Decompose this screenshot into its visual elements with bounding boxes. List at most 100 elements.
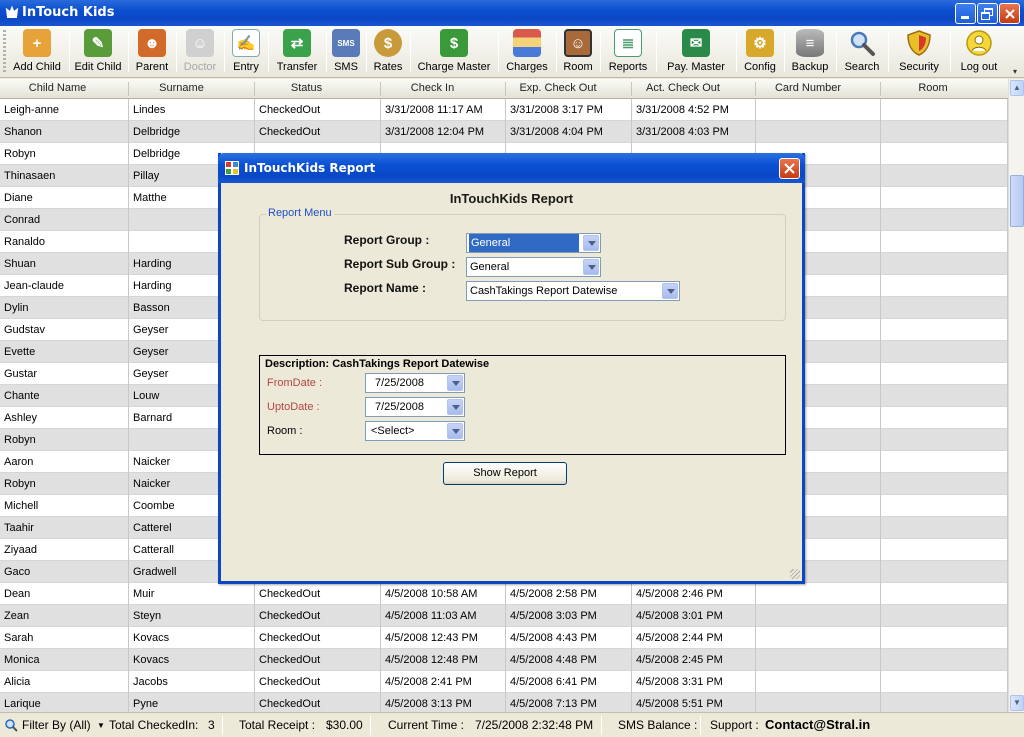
from-date-picker[interactable]: 7/25/2008 bbox=[365, 373, 465, 393]
calendar-dropdown-icon[interactable] bbox=[447, 399, 463, 415]
column-header-exp-check-out[interactable]: Exp. Check Out bbox=[506, 82, 610, 94]
cell-status[interactable]: CheckedOut bbox=[255, 99, 381, 121]
cell-child-name[interactable]: Dylin bbox=[0, 297, 129, 319]
cell-room[interactable] bbox=[881, 693, 1008, 712]
toolbar-overflow-icon[interactable]: ▾ bbox=[1013, 68, 1021, 76]
cell-room[interactable] bbox=[881, 209, 1008, 231]
room-button[interactable]: ☺ Room bbox=[562, 28, 594, 76]
cell-check-in[interactable]: 4/5/2008 11:03 AM bbox=[381, 605, 506, 627]
cell-child-name[interactable]: Leigh-anne bbox=[0, 99, 129, 121]
table-row[interactable]: Leigh-anne Lindes CheckedOut 3/31/2008 11:1… bbox=[0, 99, 1008, 121]
cell-surname[interactable]: Kovacs bbox=[129, 627, 255, 649]
cell-room[interactable] bbox=[881, 539, 1008, 561]
cell-surname[interactable]: Lindes bbox=[129, 99, 255, 121]
cell-child-name[interactable]: Robyn bbox=[0, 473, 129, 495]
cell-child-name[interactable]: Zean bbox=[0, 605, 129, 627]
parent-button[interactable]: ☻ Parent bbox=[134, 28, 170, 76]
table-row[interactable]: Shanon Delbridge CheckedOut 3/31/2008 12:04… bbox=[0, 121, 1008, 143]
cell-exp-check-out[interactable]: 4/5/2008 3:03 PM bbox=[506, 605, 632, 627]
cell-card-number[interactable] bbox=[756, 693, 881, 712]
cell-room[interactable] bbox=[881, 99, 1008, 121]
entry-button[interactable]: ✍ Entry bbox=[230, 28, 262, 76]
report-group-select[interactable]: General bbox=[466, 233, 601, 253]
cell-room[interactable] bbox=[881, 165, 1008, 187]
cell-child-name[interactable]: Alicia bbox=[0, 671, 129, 693]
cell-act-check-out[interactable]: 4/5/2008 2:44 PM bbox=[632, 627, 756, 649]
cell-act-check-out[interactable]: 4/5/2008 2:46 PM bbox=[632, 583, 756, 605]
cell-room[interactable] bbox=[881, 583, 1008, 605]
cell-exp-check-out[interactable]: 4/5/2008 4:43 PM bbox=[506, 627, 632, 649]
cell-room[interactable] bbox=[881, 187, 1008, 209]
config-button[interactable]: ⚙ Config bbox=[742, 28, 778, 76]
calendar-dropdown-icon[interactable] bbox=[447, 375, 463, 391]
cell-child-name[interactable]: Diane bbox=[0, 187, 129, 209]
dialog-close-button[interactable] bbox=[779, 158, 800, 179]
cell-card-number[interactable] bbox=[756, 627, 881, 649]
cell-card-number[interactable] bbox=[756, 121, 881, 143]
cell-check-in[interactable]: 4/5/2008 12:43 PM bbox=[381, 627, 506, 649]
scroll-down-arrow-icon[interactable]: ▼ bbox=[1010, 695, 1024, 711]
cell-child-name[interactable]: Ashley bbox=[0, 407, 129, 429]
cell-room[interactable] bbox=[881, 473, 1008, 495]
column-header-child-name[interactable]: Child Name bbox=[0, 82, 115, 94]
table-row[interactable]: Dean Muir CheckedOut 4/5/2008 10:58 AM 4/5/2… bbox=[0, 583, 1008, 605]
cell-child-name[interactable]: Evette bbox=[0, 341, 129, 363]
charges-button[interactable]: Charges bbox=[504, 28, 550, 76]
cell-exp-check-out[interactable]: 4/5/2008 2:58 PM bbox=[506, 583, 632, 605]
table-row[interactable]: Zean Steyn CheckedOut 4/5/2008 11:03 AM 4/5/… bbox=[0, 605, 1008, 627]
cell-room[interactable] bbox=[881, 451, 1008, 473]
cell-child-name[interactable]: Larique bbox=[0, 693, 129, 712]
filter-chevron-down-icon[interactable]: ▼ bbox=[97, 721, 105, 730]
transfer-button[interactable]: ⇄ Transfer bbox=[274, 28, 320, 76]
cell-act-check-out[interactable]: 4/5/2008 2:45 PM bbox=[632, 649, 756, 671]
report-name-select[interactable]: CashTakings Report Datewise bbox=[466, 281, 680, 301]
cell-child-name[interactable]: Shanon bbox=[0, 121, 129, 143]
cell-child-name[interactable]: Robyn bbox=[0, 429, 129, 451]
cell-room[interactable] bbox=[881, 561, 1008, 583]
filter-dropdown[interactable]: Filter By (All) bbox=[22, 718, 91, 732]
resize-grip-icon[interactable] bbox=[790, 569, 800, 579]
cell-room[interactable] bbox=[881, 363, 1008, 385]
cell-room[interactable] bbox=[881, 627, 1008, 649]
cell-exp-check-out[interactable]: 3/31/2008 4:04 PM bbox=[506, 121, 632, 143]
cell-room[interactable] bbox=[881, 407, 1008, 429]
rates-button[interactable]: $ Rates bbox=[372, 28, 404, 76]
column-header-surname[interactable]: Surname bbox=[129, 82, 234, 94]
column-header-act-check-out[interactable]: Act. Check Out bbox=[632, 82, 734, 94]
cell-surname[interactable]: Jacobs bbox=[129, 671, 255, 693]
cell-child-name[interactable]: Dean bbox=[0, 583, 129, 605]
cell-child-name[interactable]: Shuan bbox=[0, 253, 129, 275]
cell-child-name[interactable]: Aaron bbox=[0, 451, 129, 473]
cell-room[interactable] bbox=[881, 671, 1008, 693]
cell-child-name[interactable]: Ranaldo bbox=[0, 231, 129, 253]
doctor-button[interactable]: ☺ Doctor bbox=[182, 28, 218, 76]
cell-child-name[interactable]: Gustar bbox=[0, 363, 129, 385]
cell-surname[interactable]: Pyne bbox=[129, 693, 255, 712]
cell-status[interactable]: CheckedOut bbox=[255, 121, 381, 143]
cell-status[interactable]: CheckedOut bbox=[255, 627, 381, 649]
cell-act-check-out[interactable]: 3/31/2008 4:52 PM bbox=[632, 99, 756, 121]
cell-check-in[interactable]: 4/5/2008 12:48 PM bbox=[381, 649, 506, 671]
grid-vertical-scrollbar[interactable]: ▲ ▼ bbox=[1008, 79, 1024, 712]
cell-surname[interactable]: Steyn bbox=[129, 605, 255, 627]
cell-room[interactable] bbox=[881, 319, 1008, 341]
cell-check-in[interactable]: 4/5/2008 10:58 AM bbox=[381, 583, 506, 605]
cell-card-number[interactable] bbox=[756, 99, 881, 121]
chevron-down-icon[interactable] bbox=[583, 259, 599, 275]
logout-button[interactable]: Log out bbox=[956, 28, 1002, 76]
cell-card-number[interactable] bbox=[756, 649, 881, 671]
scrollbar-thumb[interactable] bbox=[1010, 175, 1024, 227]
cell-room[interactable] bbox=[881, 275, 1008, 297]
security-button[interactable]: Security bbox=[894, 28, 944, 76]
cell-child-name[interactable]: Sarah bbox=[0, 627, 129, 649]
support-email[interactable]: Contact@Stral.in bbox=[765, 717, 870, 732]
cell-check-in[interactable]: 3/31/2008 11:17 AM bbox=[381, 99, 506, 121]
cell-exp-check-out[interactable]: 4/5/2008 7:13 PM bbox=[506, 693, 632, 712]
search-button[interactable]: Search bbox=[842, 28, 882, 76]
table-row[interactable]: Alicia Jacobs CheckedOut 4/5/2008 2:41 PM 4/… bbox=[0, 671, 1008, 693]
table-row[interactable]: Sarah Kovacs CheckedOut 4/5/2008 12:43 PM 4/… bbox=[0, 627, 1008, 649]
cell-child-name[interactable]: Gaco bbox=[0, 561, 129, 583]
table-row[interactable]: Larique Pyne CheckedOut 4/5/2008 3:13 PM 4/5… bbox=[0, 693, 1008, 712]
column-header-status[interactable]: Status bbox=[255, 82, 358, 94]
cell-child-name[interactable]: Michell bbox=[0, 495, 129, 517]
